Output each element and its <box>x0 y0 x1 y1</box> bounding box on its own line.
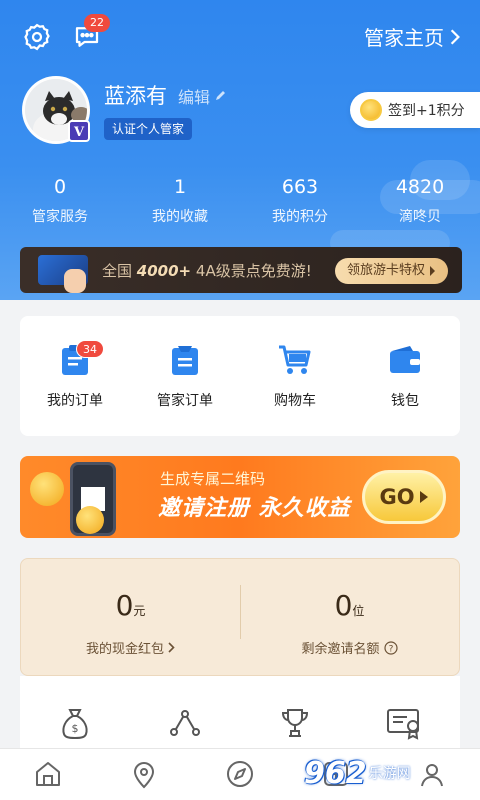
coin-stack-icon <box>360 99 382 121</box>
stat-value: 663 <box>281 176 319 198</box>
butler-home-link[interactable]: 管家主页 <box>364 22 462 51</box>
orders-count-badge: 34 <box>76 340 104 358</box>
watermark-logo: 962 <box>304 755 367 791</box>
gold-coin-icon <box>30 472 64 506</box>
message-count-badge: 22 <box>84 14 110 32</box>
cash-amount: 0 <box>115 589 134 622</box>
go-button[interactable]: GO <box>362 470 446 524</box>
quota-label: 剩余邀请名额 ? <box>301 638 398 657</box>
nav-location[interactable] <box>96 749 192 800</box>
username: 蓝添有 <box>104 84 167 108</box>
home-icon <box>36 762 60 786</box>
stat-favorites[interactable]: 1 我的收藏 <box>120 176 240 226</box>
order-label: 购物车 <box>274 393 316 409</box>
stat-label: 我的收藏 <box>152 209 208 225</box>
invite-quota[interactable]: 0位 剩余邀请名额 ? <box>240 559 459 675</box>
stat-value: 0 <box>53 176 67 198</box>
stat-label: 我的积分 <box>272 209 328 225</box>
svg-text:$: $ <box>72 722 79 735</box>
chevron-right-icon <box>450 28 460 45</box>
order-label: 我的订单 <box>47 393 103 409</box>
chevron-right-icon <box>430 266 435 276</box>
stat-label: 滴咚贝 <box>399 209 441 225</box>
watermark-sub: 乐游网 <box>368 766 411 782</box>
invite-subtitle: 生成专属二维码 <box>160 470 266 488</box>
tool-trophy[interactable] <box>240 676 350 756</box>
certificate-icon <box>387 709 419 740</box>
stat-didong-shells[interactable]: 4820 滴咚贝 <box>360 176 480 226</box>
butler-clipboard-icon <box>172 346 198 375</box>
pencil-icon <box>216 91 226 100</box>
promo-prefix: 全国 <box>102 262 133 280</box>
hand-icon <box>64 269 86 293</box>
svg-text:?: ? <box>388 644 393 654</box>
cash-unit: 元 <box>133 604 146 618</box>
compass-icon <box>227 761 253 787</box>
order-label: 管家订单 <box>157 393 213 409</box>
stat-value: 1 <box>173 176 187 198</box>
nav-home[interactable] <box>0 749 96 800</box>
promo-highlight: 4000+ <box>136 262 192 280</box>
stat-value: 4820 <box>395 176 445 198</box>
gold-coin-icon <box>76 506 104 534</box>
wallet-button[interactable]: 钱包 <box>350 316 460 436</box>
divider <box>240 585 241 639</box>
quota-amount: 0 <box>334 589 353 622</box>
quota-unit: 位 <box>352 604 365 618</box>
site-watermark: 962 乐游网 <box>304 748 474 798</box>
stat-points[interactable]: 663 我的积分 <box>240 176 360 226</box>
cash-red-packet[interactable]: 0元 我的现金红包 <box>21 559 240 675</box>
cart-button[interactable]: 购物车 <box>240 316 350 436</box>
butler-home-label: 管家主页 <box>364 26 444 50</box>
settings-gear-icon[interactable] <box>20 20 54 54</box>
signin-button[interactable]: 签到+1积分 <box>350 92 480 128</box>
signin-label: 签到+1积分 <box>388 103 465 119</box>
play-arrow-icon <box>419 491 428 503</box>
stat-label: 管家服务 <box>32 209 88 225</box>
location-icon <box>133 762 155 789</box>
chevron-right-icon <box>168 642 175 653</box>
route-icon <box>170 710 200 736</box>
tool-certificate[interactable] <box>350 676 460 756</box>
quota-value: 0位 <box>335 589 365 622</box>
my-orders-button[interactable]: 34 我的订单 <box>20 316 130 436</box>
nav-discover[interactable] <box>192 749 288 800</box>
tool-route[interactable] <box>130 676 240 756</box>
tools-row: $ <box>20 676 460 756</box>
orders-card: 34 我的订单 管家订单 购物车 钱包 <box>20 316 460 436</box>
verified-level-badge: V <box>68 120 90 142</box>
money-bag-icon: $ <box>62 709 88 740</box>
cash-label: 我的现金红包 <box>86 638 175 657</box>
cash-rewards-card: 0元 我的现金红包 0位 剩余邀请名额 ? <box>20 558 460 676</box>
claim-travel-card-button[interactable]: 领旅游卡特权 <box>334 258 448 284</box>
tool-money-bag[interactable]: $ <box>20 676 130 756</box>
edit-label: 编辑 <box>178 88 211 107</box>
cart-icon <box>279 345 311 374</box>
trophy-icon <box>281 709 309 737</box>
verify-butler-button[interactable]: 认证个人管家 <box>104 118 193 140</box>
travel-card-promo-banner[interactable]: 全国 4000+ 4A级景点免费游! 领旅游卡特权 <box>20 247 462 293</box>
invite-register-banner[interactable]: 生成专属二维码 邀请注册 永久收益 GO <box>20 456 460 538</box>
invite-title: 邀请注册 永久收益 <box>158 496 351 521</box>
help-circle-icon[interactable]: ? <box>383 640 398 655</box>
claim-button-label: 领旅游卡特权 <box>346 263 425 278</box>
cash-value: 0元 <box>116 589 146 622</box>
butler-orders-button[interactable]: 管家订单 <box>130 316 240 436</box>
stat-butler-service[interactable]: 0 管家服务 <box>0 176 120 226</box>
order-label: 钱包 <box>391 393 419 409</box>
cash-label-text: 我的现金红包 <box>85 642 164 657</box>
profile-header: 22 管家主页 V 蓝添有 编辑 认证个人管家 签到+1积分 0 管家服务 1 <box>0 0 480 300</box>
promo-text: 全国 4000+ 4A级景点免费游! <box>102 260 312 281</box>
quota-label-text: 剩余邀请名额 <box>301 642 380 657</box>
edit-profile-link[interactable]: 编辑 <box>178 84 226 108</box>
wallet-icon <box>390 346 420 373</box>
go-label: GO <box>379 485 415 509</box>
promo-suffix: 4A级景点免费游! <box>195 262 312 280</box>
stats-row: 0 管家服务 1 我的收藏 663 我的积分 4820 滴咚贝 <box>0 176 480 226</box>
